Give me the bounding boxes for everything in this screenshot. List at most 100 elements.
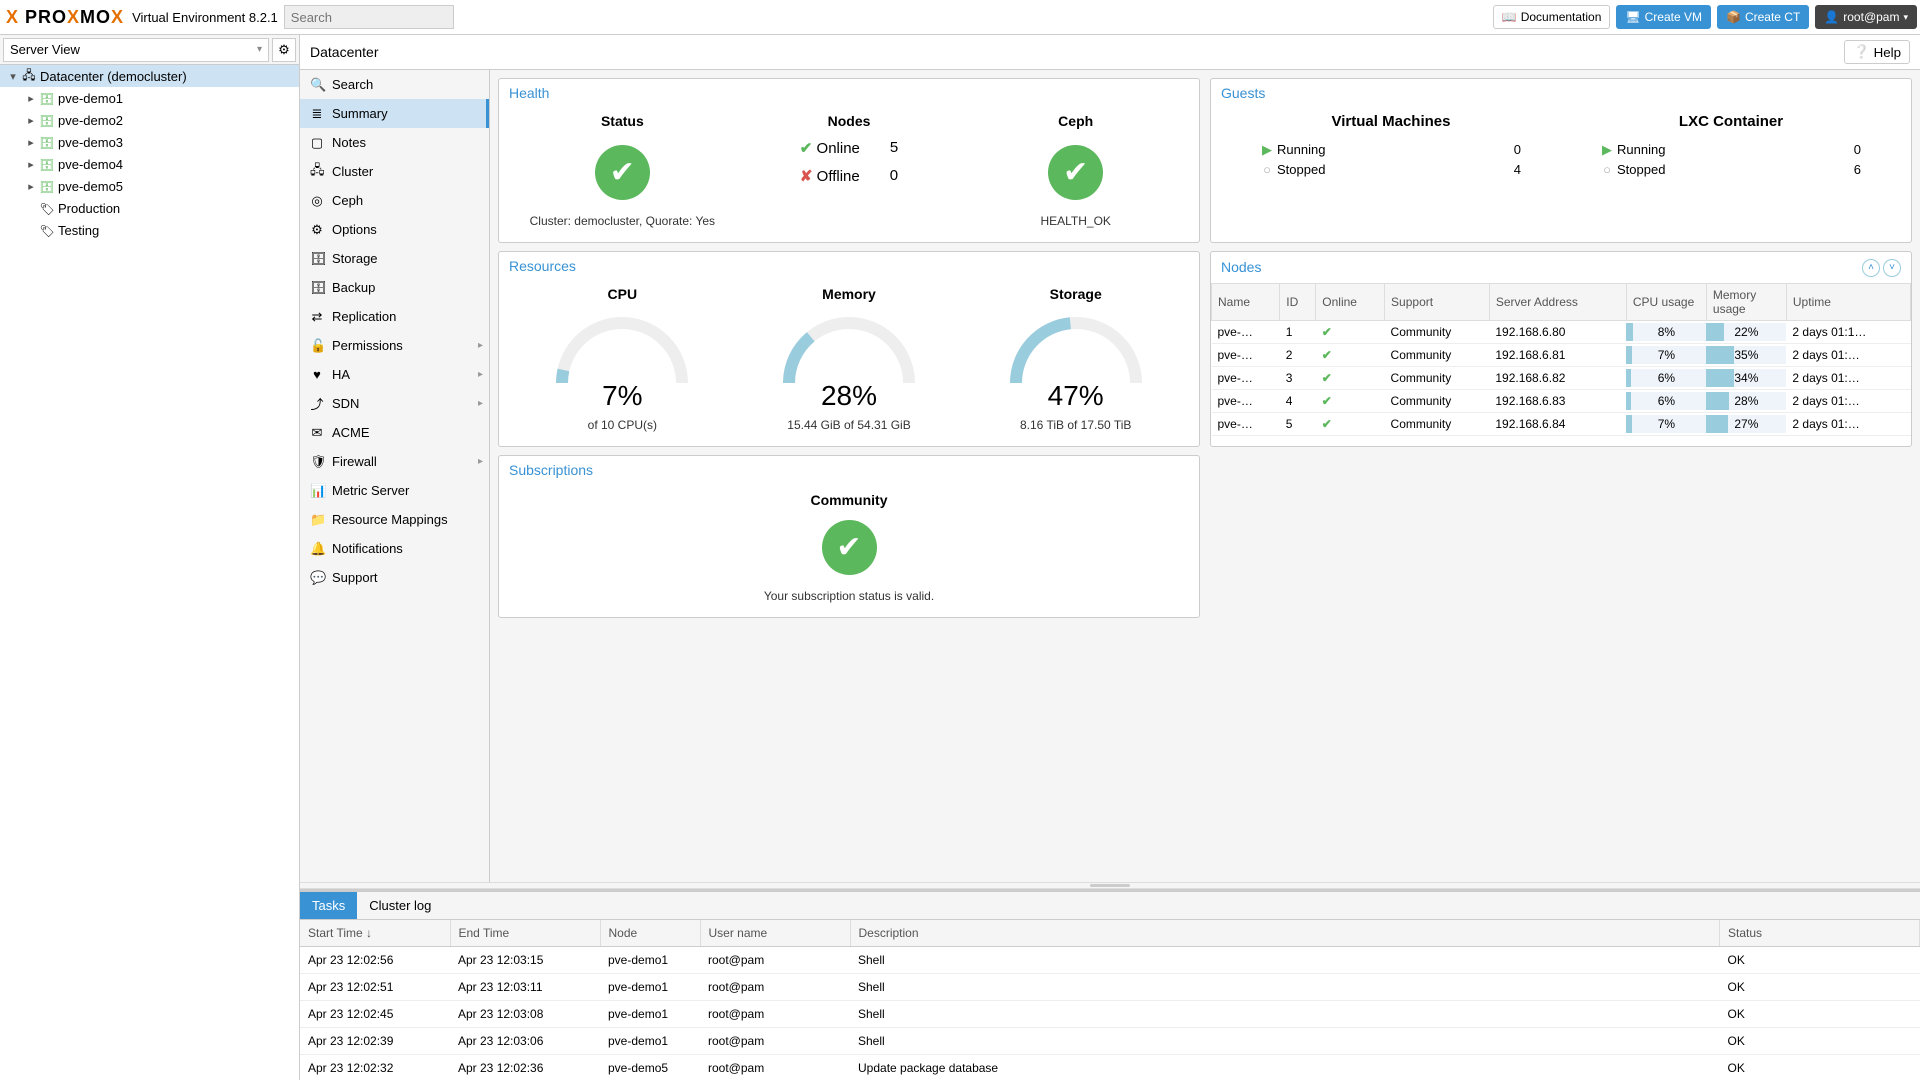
- chevron-down-icon: ▾: [257, 44, 262, 55]
- nodes-col-header[interactable]: ID: [1280, 283, 1316, 320]
- user-icon: 👤: [1824, 10, 1839, 24]
- scroll-up-button[interactable]: ˄: [1862, 259, 1880, 277]
- scroll-down-button[interactable]: ˅: [1883, 259, 1901, 277]
- tab-tasks[interactable]: Tasks: [300, 892, 357, 919]
- task-row[interactable]: Apr 23 12:02:32 Apr 23 12:02:36 pve-demo…: [300, 1055, 1920, 1080]
- tasks-col-header[interactable]: Node: [600, 920, 700, 947]
- storage-icon: 🗄: [310, 251, 324, 267]
- menu-item-options[interactable]: ⚙Options: [300, 215, 489, 244]
- nodes-col-header[interactable]: Server Address: [1489, 283, 1626, 320]
- menu-item-search[interactable]: 🔍Search: [300, 70, 489, 99]
- create-vm-button[interactable]: 🖥Create VM: [1616, 5, 1711, 29]
- menu-item-permissions[interactable]: 🔓Permissions▸: [300, 331, 489, 360]
- guests-panel: Guests Virtual Machines ▶Running0 ○Stopp…: [1210, 78, 1912, 243]
- menu-item-cluster[interactable]: 🖧Cluster: [300, 157, 489, 186]
- options-icon: ⚙: [310, 222, 324, 238]
- node-mem-cell: 34%: [1706, 366, 1786, 389]
- tasks-col-header[interactable]: User name: [700, 920, 850, 947]
- tasks-col-header[interactable]: Start Time ↓: [300, 920, 450, 947]
- menu-item-summary[interactable]: ≣Summary: [300, 99, 489, 128]
- check-icon: ✔: [1322, 394, 1332, 408]
- task-row[interactable]: Apr 23 12:02:39 Apr 23 12:03:06 pve-demo…: [300, 1028, 1920, 1055]
- node-support-cell: Community: [1385, 366, 1490, 389]
- task-row[interactable]: Apr 23 12:02:56 Apr 23 12:03:15 pve-demo…: [300, 947, 1920, 974]
- menu-item-notes[interactable]: ▢Notes: [300, 128, 489, 157]
- menu-item-support[interactable]: 💬Support: [300, 563, 489, 592]
- log-resize-handle[interactable]: [300, 882, 1920, 889]
- help-button[interactable]: ❔Help: [1844, 40, 1910, 64]
- check-icon: ✔: [1322, 325, 1332, 339]
- tasks-col-header[interactable]: Description: [850, 920, 1720, 947]
- submenu-arrow-icon: ▸: [478, 456, 483, 467]
- tree-datacenter[interactable]: ▾Datacenter (democluster): [0, 65, 299, 87]
- status-ok-icon: ✔: [595, 145, 650, 200]
- task-row[interactable]: Apr 23 12:02:51 Apr 23 12:03:11 pve-demo…: [300, 974, 1920, 1001]
- task-start-cell: Apr 23 12:02:56: [300, 947, 450, 974]
- menu-item-label: Metric Server: [332, 483, 409, 498]
- node-support-cell: Community: [1385, 343, 1490, 366]
- nodes-col-header[interactable]: Name: [1212, 283, 1280, 320]
- tree-node[interactable]: ▸pve-demo5: [0, 175, 299, 197]
- user-menu-button[interactable]: 👤root@pam▾: [1815, 5, 1917, 29]
- nodes-col-header[interactable]: Uptime: [1786, 283, 1910, 320]
- tree-node[interactable]: ▸pve-demo4: [0, 153, 299, 175]
- view-selector[interactable]: Server View ▾: [3, 38, 269, 62]
- menu-item-sdn[interactable]: ⤴SDN▸: [300, 389, 489, 418]
- nodes-col-header[interactable]: CPU usage: [1626, 283, 1706, 320]
- tab-cluster-log[interactable]: Cluster log: [357, 892, 443, 919]
- task-row[interactable]: Apr 23 12:02:45 Apr 23 12:03:08 pve-demo…: [300, 1001, 1920, 1028]
- menu-item-replication[interactable]: ⇄Replication: [300, 302, 489, 331]
- node-support-cell: Community: [1385, 389, 1490, 412]
- tree-node[interactable]: ▸pve-demo3: [0, 131, 299, 153]
- menu-item-acme[interactable]: ✉ACME: [300, 418, 489, 447]
- tree-node[interactable]: ▸pve-demo2: [0, 109, 299, 131]
- menu-item-firewall[interactable]: 🛡Firewall▸: [300, 447, 489, 476]
- menu-item-ceph[interactable]: ◎Ceph: [300, 186, 489, 215]
- tasks-col-header[interactable]: Status: [1720, 920, 1920, 947]
- nodes-panel: Nodes ˄˅ NameIDOnlineSupportServer Addre…: [1210, 251, 1912, 447]
- ceph-heading: Ceph: [962, 113, 1189, 129]
- nodes-col-header[interactable]: Support: [1385, 283, 1490, 320]
- gauge-cpu: CPU 7% of 10 CPU(s): [509, 286, 736, 432]
- tree-settings-button[interactable]: ⚙: [272, 38, 296, 62]
- resources-panel: Resources CPU 7% of 10 CPU(s) Memory 28%…: [498, 251, 1200, 447]
- menu-item-metric-server[interactable]: 📊Metric Server: [300, 476, 489, 505]
- nodes-row[interactable]: pve-… 1 ✔ Community 192.168.6.80 8% 22% …: [1212, 320, 1911, 343]
- menu-item-backup[interactable]: 🗄Backup: [300, 273, 489, 302]
- ceph-icon: ◎: [310, 193, 324, 209]
- resources-title: Resources: [499, 252, 1199, 280]
- task-desc-cell: Shell: [850, 974, 1720, 1001]
- tree-pool[interactable]: Testing: [0, 219, 299, 241]
- menu-item-ha[interactable]: ♥HA▸: [300, 360, 489, 389]
- pool-icon: [38, 223, 56, 238]
- tree-node[interactable]: ▸pve-demo1: [0, 87, 299, 109]
- server-icon: [38, 91, 56, 106]
- menu-item-storage[interactable]: 🗄 Storage: [300, 244, 489, 273]
- node-online-cell: ✔: [1316, 320, 1385, 343]
- tree-node-label: pve-demo2: [58, 113, 123, 128]
- tree-pool-label: Testing: [58, 223, 99, 238]
- ceph-status-text: HEALTH_OK: [962, 214, 1189, 228]
- gauge-mem-value: 28%: [736, 380, 963, 412]
- tasks-col-header[interactable]: End Time: [450, 920, 600, 947]
- support-icon: 💬: [310, 570, 324, 586]
- nodes-row[interactable]: pve-… 4 ✔ Community 192.168.6.83 6% 28% …: [1212, 389, 1911, 412]
- menu-item-resource-mappings[interactable]: 📁Resource Mappings: [300, 505, 489, 534]
- task-node-cell: pve-demo1: [600, 1028, 700, 1055]
- documentation-button[interactable]: 📖Documentation: [1493, 5, 1611, 29]
- nodes-row[interactable]: pve-… 3 ✔ Community 192.168.6.82 6% 34% …: [1212, 366, 1911, 389]
- node-online-cell: ✔: [1316, 412, 1385, 435]
- menu-item-notifications[interactable]: 🔔Notifications: [300, 534, 489, 563]
- node-addr-cell: 192.168.6.80: [1489, 320, 1626, 343]
- create-ct-button[interactable]: 📦Create CT: [1717, 5, 1809, 29]
- nodes-row[interactable]: pve-… 5 ✔ Community 192.168.6.84 7% 27% …: [1212, 412, 1911, 435]
- nodes-col-header[interactable]: Online: [1316, 283, 1385, 320]
- server-icon: [38, 179, 56, 194]
- nodes-col-header[interactable]: Memory usage: [1706, 283, 1786, 320]
- menu-item-label: Notifications: [332, 541, 403, 556]
- nodes-row[interactable]: pve-… 2 ✔ Community 192.168.6.81 7% 35% …: [1212, 343, 1911, 366]
- search-input[interactable]: [284, 5, 454, 29]
- tree-pool[interactable]: Production: [0, 197, 299, 219]
- task-start-cell: Apr 23 12:02:32: [300, 1055, 450, 1080]
- menu-item-label: Storage: [332, 251, 378, 266]
